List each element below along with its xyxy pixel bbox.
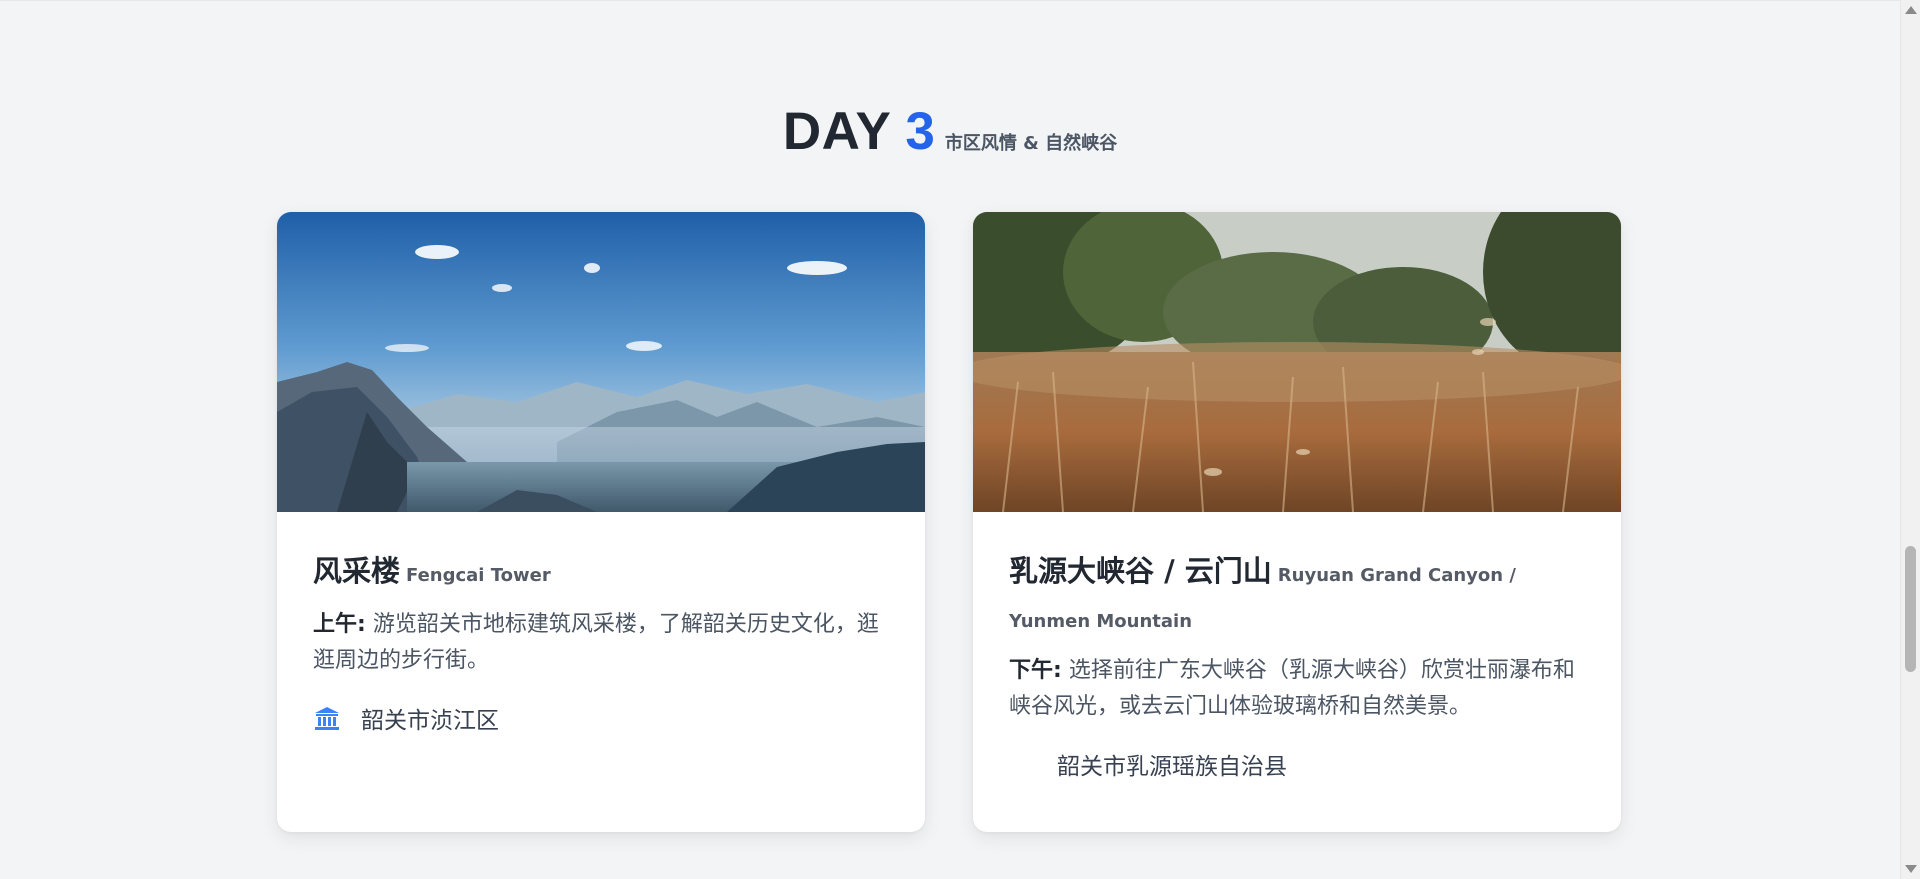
- day-header: DAY 3 市区风情 & 自然峡谷: [0, 101, 1900, 162]
- time-label: 上午:: [313, 612, 366, 637]
- card-title-zh: 乳源大峡谷 / 云门山: [1009, 554, 1272, 588]
- day-word: DAY: [782, 102, 892, 161]
- mountain-valley-photo: [277, 212, 925, 512]
- dry-grass-field-photo: [973, 212, 1621, 512]
- description-text: 选择前往广东大峡谷（乳源大峡谷）欣赏壮丽瀑布和峡谷风光，或去云门山体验玻璃桥和自…: [1009, 658, 1575, 719]
- card-title-zh: 风采楼: [313, 554, 401, 588]
- page: DAY 3 市区风情 & 自然峡谷 风采楼 Fengcai Tower 上午: …: [0, 0, 1900, 879]
- card-title-en: Fengcai Tower: [406, 565, 551, 586]
- scroll-down-arrow-icon[interactable]: [1905, 865, 1917, 873]
- day-number: 3: [905, 102, 935, 161]
- attraction-card-ruyuan-canyon: 乳源大峡谷 / 云门山 Ruyuan Grand Canyon / Yunmen …: [973, 212, 1621, 832]
- landmark-icon: [313, 704, 341, 732]
- attraction-card-fengcai-tower: 风采楼 Fengcai Tower 上午: 游览韶关市地标建筑风采楼，了解韶关历史…: [277, 212, 925, 832]
- card-location: 韶关市浈江区: [313, 701, 889, 735]
- scrollbar-thumb[interactable]: [1905, 546, 1916, 672]
- day-subtitle: 市区风情 & 自然峡谷: [944, 133, 1118, 154]
- card-location: 韶关市乳源瑶族自治县: [1009, 747, 1585, 781]
- location-text: 韶关市乳源瑶族自治县: [1057, 754, 1287, 780]
- location-text: 韶关市浈江区: [361, 708, 499, 734]
- card-title: 风采楼 Fengcai Tower: [313, 548, 889, 599]
- card-title: 乳源大峡谷 / 云门山 Ruyuan Grand Canyon / Yunmen …: [1009, 548, 1585, 645]
- time-label: 下午:: [1009, 658, 1062, 683]
- vertical-scrollbar[interactable]: [1900, 0, 1920, 879]
- card-description: 下午: 选择前往广东大峡谷（乳源大峡谷）欣赏壮丽瀑布和峡谷风光，或去云门山体验玻…: [1009, 653, 1585, 725]
- card-description: 上午: 游览韶关市地标建筑风采楼，了解韶关历史文化，逛逛周边的步行街。: [313, 607, 889, 679]
- scroll-up-arrow-icon[interactable]: [1905, 6, 1917, 14]
- description-text: 游览韶关市地标建筑风采楼，了解韶关历史文化，逛逛周边的步行街。: [313, 612, 879, 673]
